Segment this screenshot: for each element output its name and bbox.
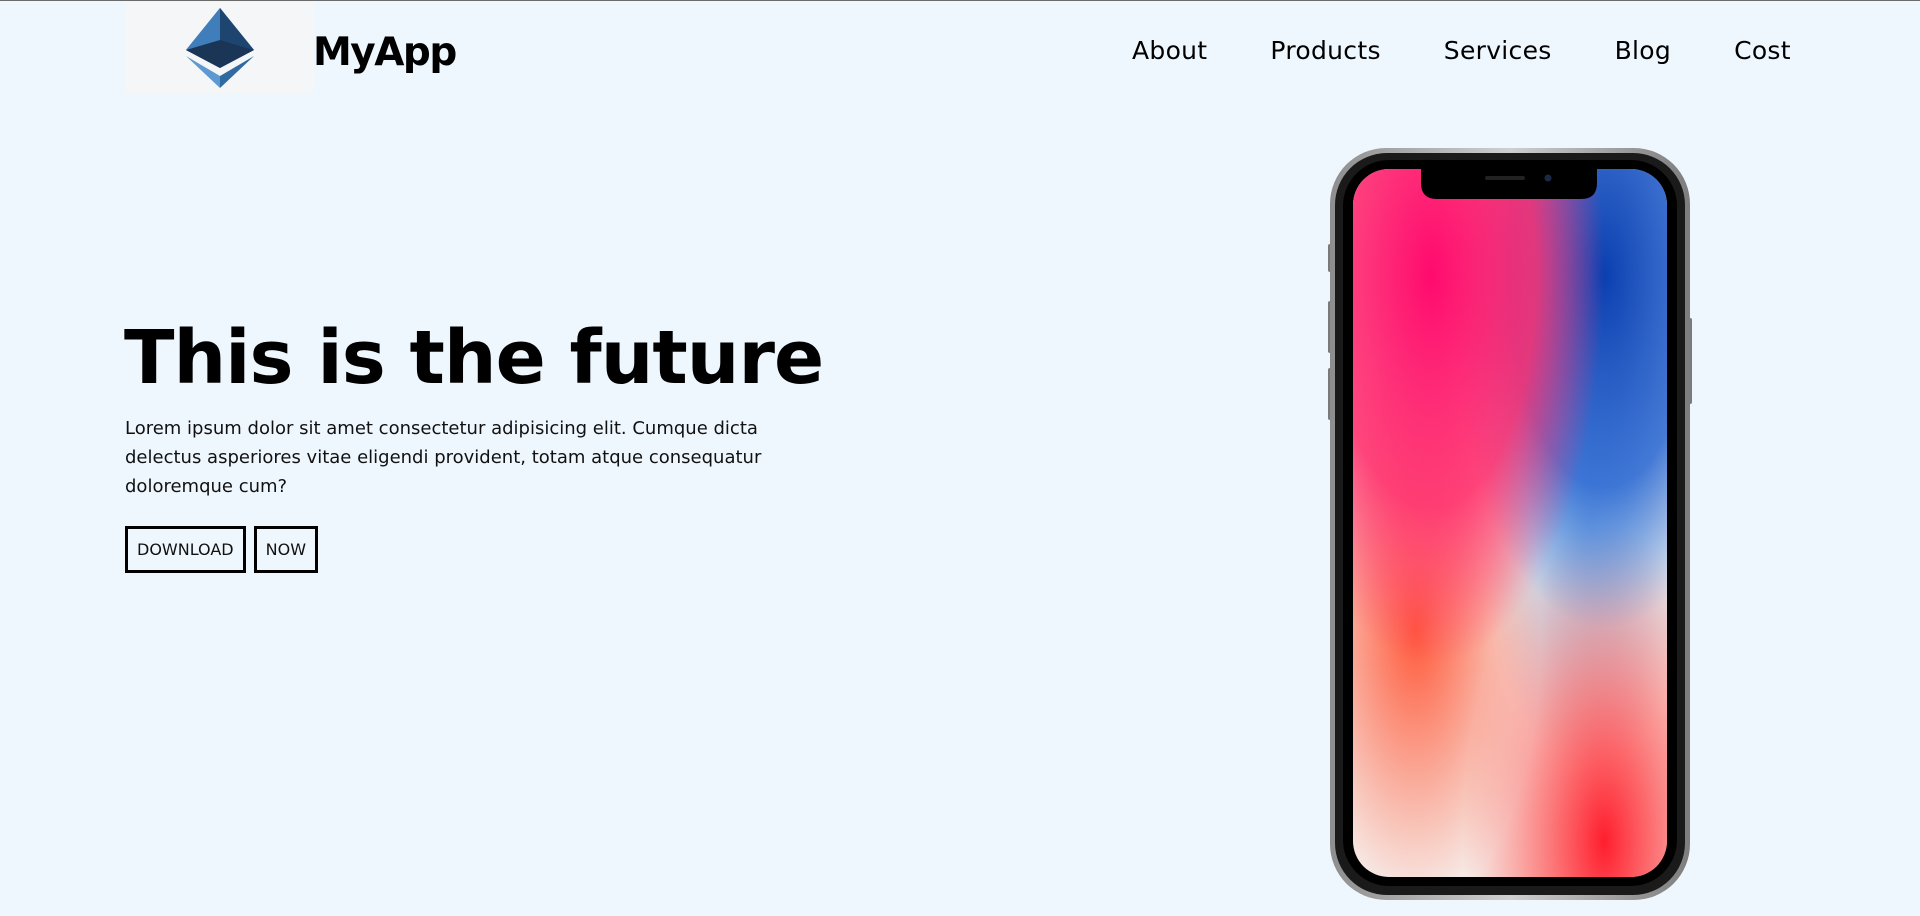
nav-item-cost[interactable]: Cost: [1734, 33, 1791, 69]
brand-name[interactable]: MyApp: [313, 27, 457, 79]
hero-title: This is the future: [124, 315, 824, 401]
logo[interactable]: [126, 2, 314, 93]
nav-item-services[interactable]: Services: [1444, 33, 1552, 69]
smartphone-image: [1325, 146, 1695, 902]
nav-item-about[interactable]: About: [1132, 33, 1207, 69]
landing-page: MyApp About Products Services Blog Cost …: [0, 0, 1920, 916]
hero-buttons: DOWNLOAD NOW: [125, 526, 319, 573]
nav-item-blog[interactable]: Blog: [1615, 33, 1671, 69]
now-button[interactable]: NOW: [253, 526, 319, 573]
smartphone-icon: [1328, 148, 1692, 900]
ethereum-diamond-icon: [186, 7, 254, 88]
nav-item-products[interactable]: Products: [1270, 33, 1380, 69]
hero-description: Lorem ipsum dolor sit amet consectetur a…: [125, 418, 762, 497]
download-button[interactable]: DOWNLOAD: [125, 526, 246, 573]
main-nav: About Products Services Blog Cost: [1132, 33, 1791, 69]
